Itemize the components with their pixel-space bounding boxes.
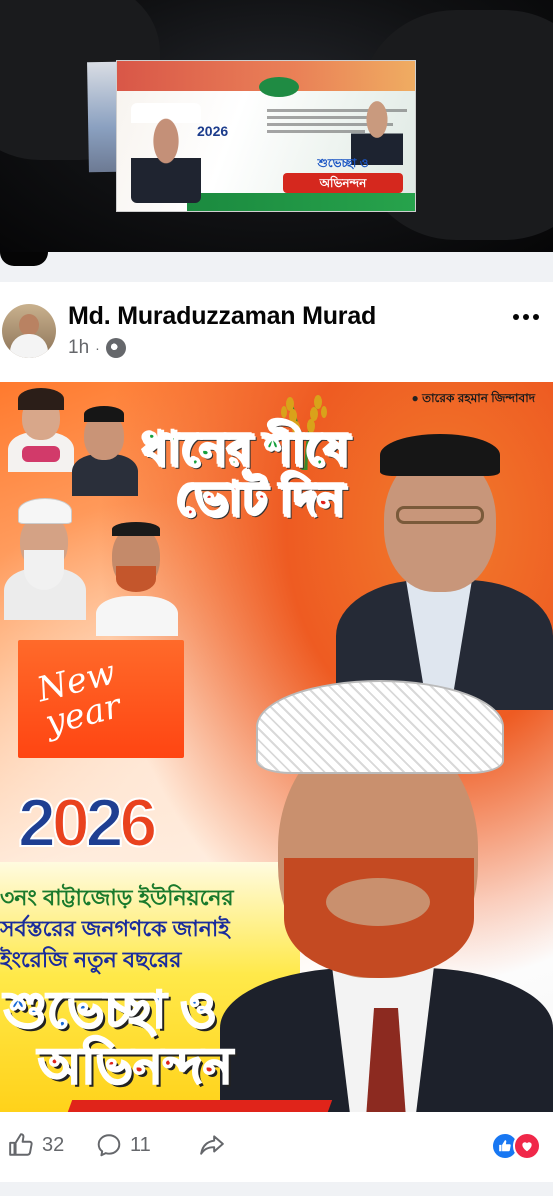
love-reaction-icon <box>513 1132 541 1160</box>
poster-tagline: তারেক রহমান জিন্দাবাদ <box>411 390 535 410</box>
post-actions: 32 11 <box>0 1112 553 1182</box>
reaction-summary[interactable] <box>491 1132 541 1160</box>
leader-portrait-woman <box>4 386 78 472</box>
comment-icon <box>97 1134 121 1157</box>
new-year-text: New year <box>33 652 125 744</box>
author-name[interactable]: Md. Muraduzzaman Murad <box>68 302 376 331</box>
red-strip <box>67 1100 333 1112</box>
post-header: Md. Muraduzzaman Murad 1h · <box>0 282 553 378</box>
share-icon <box>200 1135 224 1155</box>
globe-icon[interactable] <box>105 338 126 358</box>
comment-count: 11 <box>130 1133 151 1156</box>
more-horizontal-icon <box>513 314 539 320</box>
leader-portrait-right <box>334 430 553 710</box>
previous-avatar-edge <box>0 252 48 266</box>
feed-bottom-divider <box>0 1182 553 1196</box>
share-button[interactable] <box>198 1132 226 1158</box>
more-options-button[interactable] <box>511 308 541 322</box>
leader-portrait-man-suit <box>70 396 140 496</box>
banner-year: 2026 <box>197 123 229 139</box>
big-greeting: শুভেচ্ছা ও অভিনন্দন <box>3 981 234 1095</box>
comment-button[interactable]: 11 <box>96 1132 151 1158</box>
thumbs-up-icon <box>9 1133 33 1156</box>
banner-greeting: শুভেচ্ছা ও অভিনন্দন <box>283 153 403 197</box>
street-banner: 2026 শুভেচ্ছা ও অভিনন্দন <box>116 60 416 212</box>
post-meta: 1h · <box>68 337 126 359</box>
meta-separator: · <box>95 340 100 356</box>
post-time[interactable]: 1h <box>68 337 89 359</box>
new-year-card: New year <box>18 640 184 758</box>
post-image[interactable]: তারেক রহমান জিন্দাবাদ ধানের শীষে ভোট দিন <box>0 382 553 1112</box>
candidate-small-portrait <box>92 516 182 636</box>
previous-post-photo[interactable]: 2026 শুভেচ্ছা ও অভিনন্দন <box>0 0 553 252</box>
avatar[interactable] <box>2 304 56 358</box>
like-button[interactable]: 32 <box>8 1132 64 1158</box>
side-poster <box>87 61 119 173</box>
banner-candidate-portrait <box>131 103 201 203</box>
greeting-text: ৩নং বাট্টাজোড় ইউনিয়নের সর্বস্তরের জনগণ… <box>0 885 234 972</box>
like-count: 32 <box>42 1133 65 1156</box>
elder-portrait <box>2 490 88 620</box>
year-2026: 2026 <box>17 784 158 862</box>
feed-divider <box>0 252 553 282</box>
